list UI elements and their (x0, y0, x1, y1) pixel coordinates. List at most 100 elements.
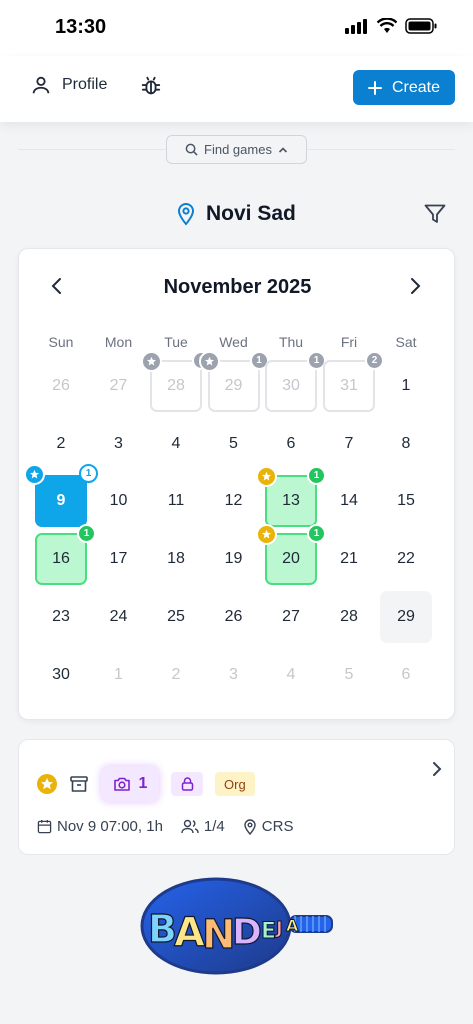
calendar-day-number: 10 (109, 492, 128, 510)
star-icon (141, 351, 162, 372)
calendar-day-number: 27 (282, 607, 300, 625)
weekday-label: Thu (278, 334, 304, 350)
calendar-day[interactable]: 29 1 (198, 351, 269, 412)
calendar-day[interactable]: 26 (208, 591, 260, 643)
calendar-day-number: 14 (340, 492, 358, 510)
calendar-day-number: 18 (167, 550, 185, 568)
calendar-day[interactable]: 18 (150, 533, 202, 585)
create-button[interactable]: Create (353, 70, 455, 105)
chevron-right-icon (411, 278, 421, 294)
calendar-day[interactable]: 28 (323, 591, 375, 643)
calendar-day[interactable]: 30 1 (265, 351, 326, 412)
calendar-day[interactable]: 27 (265, 591, 317, 643)
calendar-day-number: 5 (344, 665, 354, 683)
find-games-toggle[interactable]: Find games (166, 135, 307, 164)
calendar-day-number: 30 (52, 665, 70, 683)
game-card[interactable]: 1 Org Nov 9 07:00, 1h 1/4 CRS (18, 739, 455, 855)
calendar-day[interactable]: 3 (93, 418, 145, 470)
svg-text:J: J (274, 918, 283, 939)
weekday-label: Sat (395, 334, 417, 350)
calendar-day-number: 2 (56, 434, 66, 452)
calendar-day[interactable]: 11 (150, 475, 202, 527)
map-pin-icon (177, 203, 195, 226)
calendar-icon (37, 819, 52, 834)
calendar-day-number: 17 (109, 550, 128, 568)
calendar-day[interactable]: 281 (141, 351, 211, 412)
star-icon (198, 351, 220, 372)
calendar-day-number: 26 (224, 607, 243, 625)
calendar-day[interactable]: 21 (323, 533, 375, 585)
weekday-label: Mon (104, 334, 133, 350)
wifi-icon (377, 18, 397, 33)
svg-text:D: D (232, 912, 262, 953)
calendar-day[interactable]: 4 (150, 418, 202, 470)
calendar-day: 27 (93, 360, 145, 412)
calendar-day[interactable]: 6 (265, 418, 317, 470)
calendar-day[interactable]: 23 (35, 591, 87, 643)
calendar-day[interactable]: 7 (323, 418, 375, 470)
game-date-label: Nov 9 07:00, 1h (57, 818, 163, 835)
location-name: Novi Sad (206, 202, 296, 225)
calendar-day[interactable]: 10 (93, 475, 145, 527)
profile-label: Profile (62, 76, 108, 93)
calendar-day[interactable]: 31 2 (323, 351, 384, 412)
calendar-day[interactable]: 22 (380, 533, 432, 585)
location-selector[interactable]: Novi Sad (176, 202, 296, 226)
calendar-day[interactable]: 5 (208, 418, 260, 470)
filter-icon (424, 204, 446, 223)
camera-icon (113, 777, 130, 791)
calendar-day-number: 7 (344, 434, 354, 452)
map-pin-icon (244, 818, 256, 835)
game-card-tags: 1 Org (37, 766, 255, 802)
calendar-day[interactable]: 19 (208, 533, 260, 585)
calendar-day: 6 (380, 649, 432, 701)
game-players: 1/4 (181, 818, 225, 835)
calendar-day: 2 (150, 649, 202, 701)
calendar-day[interactable]: 29 (380, 590, 432, 643)
photo-count: 1 (138, 775, 148, 792)
calendar-day-number: 20 (282, 550, 300, 568)
filter-button[interactable] (424, 204, 446, 229)
bug-report-button[interactable] (140, 74, 162, 103)
calendar-day-number: 2 (171, 665, 181, 683)
calendar-day[interactable]: 1 (380, 360, 432, 412)
calendar-day-number: 9 (56, 492, 66, 510)
calendar-day: 26 (35, 360, 87, 412)
calendar-day[interactable]: 17 (93, 533, 145, 585)
open-game-button[interactable] (430, 760, 444, 783)
calendar-day[interactable]: 2 (35, 418, 87, 470)
weekday-label: Tue (164, 334, 188, 350)
status-time: 13:30 (55, 16, 107, 38)
calendar-day-number: 30 (282, 377, 300, 394)
calendar-day-number: 29 (397, 607, 415, 625)
archive-icon (70, 776, 88, 792)
calendar-day[interactable]: 30 (35, 649, 87, 701)
top-bar: Profile Create (0, 56, 473, 122)
calendar-day[interactable]: 13 1 (256, 466, 326, 528)
calendar-day: 4 (265, 649, 317, 701)
calendar-day: 5 (323, 649, 375, 701)
svg-text:A: A (286, 916, 299, 935)
calendar-day-number: 28 (340, 607, 358, 625)
plus-icon (367, 80, 382, 95)
next-month-button[interactable] (407, 277, 423, 300)
calendar-day[interactable]: 24 (93, 591, 145, 643)
calendar-day[interactable]: 91 (24, 464, 98, 528)
photo-count-chip[interactable]: 1 (101, 766, 159, 802)
weekday-label: Wed (219, 334, 248, 350)
calendar-day[interactable]: 12 (208, 475, 260, 527)
calendar-day[interactable]: 25 (150, 591, 202, 643)
signal-icon (345, 19, 367, 34)
calendar-day[interactable]: 20 1 (256, 524, 326, 586)
game-venue-label: CRS (261, 818, 294, 835)
calendar-day[interactable]: 16 1 (35, 524, 96, 586)
calendar-day[interactable]: 14 (323, 475, 375, 527)
private-chip (171, 772, 203, 796)
calendar-day[interactable]: 15 (380, 475, 432, 527)
calendar-day[interactable]: 8 (380, 418, 432, 470)
calendar-day-number: 5 (229, 434, 238, 452)
calendar-day-number: 4 (171, 434, 181, 452)
status-bar: 13:30 (0, 0, 473, 56)
profile-button[interactable]: Profile (30, 74, 107, 96)
calendar-day-number: 27 (109, 377, 128, 394)
